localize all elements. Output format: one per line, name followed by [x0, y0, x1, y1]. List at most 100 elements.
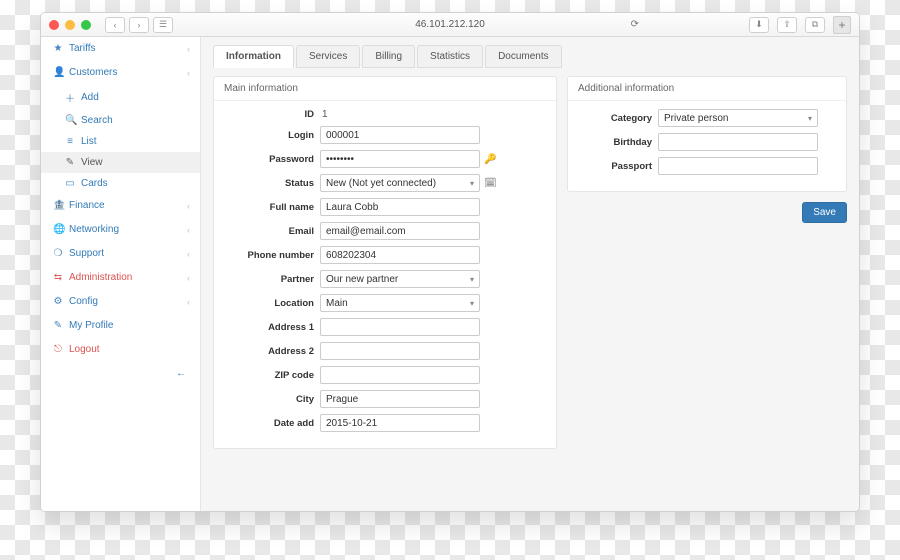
star-icon: ★: [53, 43, 63, 54]
address1-input[interactable]: [320, 318, 480, 336]
new-tab-button[interactable]: +: [833, 16, 851, 34]
calendar-icon[interactable]: 🗓: [484, 178, 497, 189]
chevron-left-icon: ‹: [187, 273, 190, 283]
location-select[interactable]: Main ▾: [320, 294, 480, 312]
titlebar: ‹ › ☰ 46.101.212.120 ⟳ ⬇ ⇪ ⧉ +: [41, 13, 859, 37]
sidebar-item-cards[interactable]: ▭Cards: [41, 173, 200, 194]
birthday-input[interactable]: [658, 133, 818, 151]
date-add-input[interactable]: [320, 414, 480, 432]
sidebar-item-tariffs[interactable]: ★ Tariffs ‹: [41, 37, 200, 61]
label-birthday: Birthday: [580, 137, 652, 148]
partner-value: Our new partner: [326, 274, 398, 285]
sidebar-item-label: Networking: [69, 224, 119, 235]
chevron-left-icon: ‹: [187, 297, 190, 307]
bank-icon: 🏦: [53, 200, 63, 211]
key-icon[interactable]: 🔑: [484, 154, 496, 165]
minimize-window-button[interactable]: [65, 20, 75, 30]
login-input[interactable]: [320, 126, 480, 144]
value-id: 1: [320, 109, 328, 120]
sidebar-item-label: Finance: [69, 200, 105, 211]
chevron-down-icon: ▾: [470, 299, 474, 308]
main-content: Information Services Billing Statistics …: [201, 37, 859, 511]
admin-icon: ⇆: [53, 272, 63, 283]
tab-bar: Information Services Billing Statistics …: [213, 45, 847, 68]
chevron-left-icon: ‹: [187, 44, 190, 54]
tab-documents[interactable]: Documents: [485, 45, 562, 68]
maximize-window-button[interactable]: [81, 20, 91, 30]
sidebar-item-support[interactable]: ❍Support ‹: [41, 242, 200, 266]
tab-statistics[interactable]: Statistics: [417, 45, 483, 68]
browser-window: ‹ › ☰ 46.101.212.120 ⟳ ⬇ ⇪ ⧉ + ★ Tariffs …: [40, 12, 860, 512]
sidebar: ★ Tariffs ‹ 👤 Customers ‹ ＋Add 🔍Search ≡Li…: [41, 37, 201, 511]
sidebar-item-logout[interactable]: ⎋Logout: [41, 338, 200, 362]
plus-icon: ＋: [65, 90, 75, 105]
sidebar-item-my-profile[interactable]: ✎My Profile: [41, 314, 200, 338]
partner-select[interactable]: Our new partner▾: [320, 270, 480, 288]
category-select[interactable]: Private person ▾: [658, 109, 818, 127]
full-name-input[interactable]: [320, 198, 480, 216]
sidebar-item-label: My Profile: [69, 320, 113, 331]
label-city: City: [226, 394, 314, 405]
panel-title: Main information: [214, 77, 556, 101]
sidebar-collapse-button[interactable]: ←: [41, 362, 200, 385]
label-login: Login: [226, 130, 314, 141]
forward-button[interactable]: ›: [129, 17, 149, 33]
label-address1: Address 1: [226, 322, 314, 333]
pencil-icon: ✎: [65, 157, 75, 168]
label-phone: Phone number: [226, 250, 314, 261]
chevron-left-icon: ‹: [187, 249, 190, 259]
sidebar-item-add[interactable]: ＋Add: [41, 85, 200, 110]
status-select[interactable]: New (Not yet connected)▾: [320, 174, 480, 192]
sidebar-item-label: Customers: [69, 67, 117, 78]
address2-input[interactable]: [320, 342, 480, 360]
sidebar-item-administration[interactable]: ⇆Administration ‹: [41, 266, 200, 290]
sidebar-item-search[interactable]: 🔍Search: [41, 110, 200, 131]
tab-information[interactable]: Information: [213, 45, 294, 68]
passport-input[interactable]: [658, 157, 818, 175]
tabs-button[interactable]: ⧉: [805, 17, 825, 33]
tab-billing[interactable]: Billing: [362, 45, 415, 68]
label-status: Status: [226, 178, 314, 189]
label-id: ID: [226, 109, 314, 120]
panel-title: Additional information: [568, 77, 846, 101]
tab-services[interactable]: Services: [296, 45, 360, 68]
sidebar-item-label: Tariffs: [69, 43, 96, 54]
zip-input[interactable]: [320, 366, 480, 384]
label-password: Password: [226, 154, 314, 165]
search-icon: 🔍: [65, 115, 75, 126]
location-value: Main: [326, 298, 348, 309]
chevron-left-icon: ‹: [187, 225, 190, 235]
chevron-left-icon: ‹: [187, 201, 190, 211]
email-input[interactable]: [320, 222, 480, 240]
back-button[interactable]: ‹: [105, 17, 125, 33]
sidebar-item-list[interactable]: ≡List: [41, 131, 200, 152]
card-icon: ▭: [65, 178, 75, 189]
label-partner: Partner: [226, 274, 314, 285]
reload-icon[interactable]: ⟳: [631, 19, 639, 30]
sidebar-item-config[interactable]: ⚙Config ‹: [41, 290, 200, 314]
category-value: Private person: [664, 113, 728, 124]
list-icon: ≡: [65, 136, 75, 147]
downloads-button[interactable]: ⬇: [749, 17, 769, 33]
sidebar-toggle-button[interactable]: ☰: [153, 17, 173, 33]
label-zip: ZIP code: [226, 370, 314, 381]
close-window-button[interactable]: [49, 20, 59, 30]
password-input[interactable]: [320, 150, 480, 168]
status-value: New (Not yet connected): [326, 178, 436, 189]
phone-input[interactable]: [320, 246, 480, 264]
sidebar-item-label: Logout: [69, 344, 100, 355]
label-passport: Passport: [580, 161, 652, 172]
sidebar-item-view[interactable]: ✎View: [41, 152, 200, 173]
save-button[interactable]: Save: [802, 202, 847, 223]
chevron-left-icon: ‹: [187, 68, 190, 78]
city-input[interactable]: [320, 390, 480, 408]
sidebar-item-networking[interactable]: 🌐Networking ‹: [41, 218, 200, 242]
chevron-down-icon: ▾: [808, 114, 812, 123]
label-full-name: Full name: [226, 202, 314, 213]
sidebar-item-finance[interactable]: 🏦 Finance ‹: [41, 194, 200, 218]
share-button[interactable]: ⇪: [777, 17, 797, 33]
panel-main-information: Main information ID 1 Login Password 🔑 Sta…: [213, 76, 557, 449]
sidebar-item-customers[interactable]: 👤 Customers ‹: [41, 61, 200, 85]
address-bar[interactable]: 46.101.212.120: [415, 19, 485, 30]
user-icon: 👤: [53, 67, 63, 78]
